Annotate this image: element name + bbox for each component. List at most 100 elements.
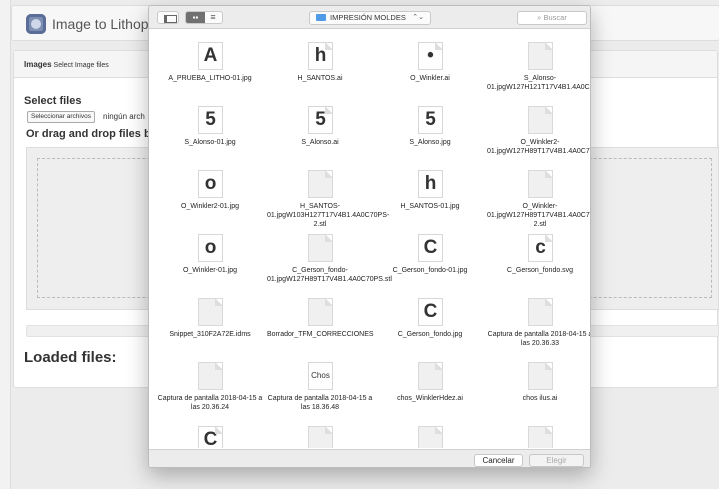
screenshot-text-icon: Chos xyxy=(308,362,333,390)
file-item[interactable]: O_Winkler-01.jpgW127H89T17V4B1.4A0C70PS-… xyxy=(485,166,590,230)
file-item[interactable]: • O_Winkler.ai xyxy=(375,38,485,102)
file-name: C_Gerson_fondo.svg xyxy=(506,267,574,274)
ai-file-icon xyxy=(308,426,333,448)
drag-drop-title: Or drag and drop files be xyxy=(26,128,157,140)
file-item[interactable]: o O_Winkler-01.jpg xyxy=(155,230,265,294)
file-name: O_Winkler-01.jpgW127H89T17V4B1.4A0C70PS-… xyxy=(487,203,590,228)
stl-file-icon xyxy=(308,170,333,198)
file-name: O_Winkler2-01.jpgW127H89T17V4B1.4A0C70PS… xyxy=(487,139,590,155)
choose-button[interactable]: Elegir xyxy=(529,454,584,467)
file-name: O_Winkler-01.jpg xyxy=(182,267,238,274)
svg-file-icon: c xyxy=(528,234,553,262)
file-item[interactable]: Snippet_310F2A72E.idms xyxy=(155,294,265,358)
letter-o-icon: o xyxy=(198,234,223,262)
stl-file-icon xyxy=(308,234,333,262)
letter-c-icon: C xyxy=(418,234,443,262)
file-name: A_PRUEBA_LITHO-01.jpg xyxy=(168,75,252,82)
dialog-toolbar: ▪▪ ≡ IMPRESIÓN MOLDES ⌃⌄ ⌕ Buscar xyxy=(149,6,590,29)
file-name: Captura de pantalla 2018-04-15 a las 20.… xyxy=(487,331,591,347)
file-grid: A A_PRUEBA_LITHO-01.jpg h H_SANTOS.ai • O_Win… xyxy=(149,30,591,448)
file-status: ningún arch xyxy=(103,112,145,121)
file-name: C_Gerson_fondo.jpg xyxy=(397,331,463,338)
file-name: S_Alonso-01.jpg xyxy=(184,139,236,146)
file-item[interactable]: O_Winkler2-01.jpgW127H89T17V4B1.4A0C70PS… xyxy=(485,102,590,166)
file-item[interactable]: A A_PRUEBA_LITHO-01.jpg xyxy=(155,38,265,102)
file-name: Captura de pantalla 2018-04-15 a las 20.… xyxy=(157,395,263,411)
file-name: chos ilus.ai xyxy=(522,395,558,402)
file-item[interactable]: Chos Captura de pantalla 2018-04-15 a las… xyxy=(265,358,375,422)
file-item[interactable]: H_SANTOS-01.jpgW103H127T17V4B1.4A0C70PS-… xyxy=(265,166,390,230)
file-item[interactable]: Captura de pantalla 2018-04-15 a las 20.… xyxy=(155,358,265,422)
file-item[interactable]: 5 S_Alonso.jpg xyxy=(375,102,485,166)
file-item[interactable]: C C_Gerson_fondo-01.jpg xyxy=(375,230,485,294)
file-name: H_SANTOS.ai xyxy=(297,75,343,82)
file-name: C_Gerson_fondo-01.jpg xyxy=(392,267,468,274)
file-item[interactable]: 5 S_Alonso.ai xyxy=(265,102,375,166)
file-item[interactable]: C C_Gerson_fondo.jpg xyxy=(375,294,485,358)
select-files-title: Select files xyxy=(24,95,82,107)
big-letter-c-icon: C xyxy=(418,298,443,326)
select-files-button[interactable]: Seleccionar archivos xyxy=(27,111,95,123)
letter-o-icon: o xyxy=(198,170,223,198)
icon-view-icon[interactable]: ▪▪ xyxy=(186,12,205,23)
file-item[interactable]: chos_WinklerHdez.ai xyxy=(375,358,485,422)
big-letter-s-icon: 5 xyxy=(418,106,443,134)
images-heading: Images xyxy=(24,60,52,69)
screenshot-icon xyxy=(198,362,223,390)
letter-a-icon: A xyxy=(198,42,223,70)
file-item[interactable]: Captura de pantalla 2018-04-15 a las 20.… xyxy=(485,294,591,358)
file-item[interactable]: 1000 pts ant.ai xyxy=(375,422,485,448)
location-label: IMPRESIÓN MOLDES xyxy=(330,13,406,22)
ai-file-icon xyxy=(528,362,553,390)
list-view-icon[interactable]: ≡ xyxy=(204,12,222,23)
file-name: S_Alonso.ai xyxy=(301,139,339,146)
idms-file-icon xyxy=(198,298,223,326)
file-name: S_Alonso.jpg xyxy=(409,139,451,146)
stl-file-icon xyxy=(528,106,553,134)
ai-file-icon xyxy=(418,426,443,448)
letter-h-icon: h xyxy=(418,170,443,198)
file-item[interactable]: CC_Gerson.svg xyxy=(155,422,265,448)
location-popup[interactable]: IMPRESIÓN MOLDES ⌃⌄ xyxy=(309,11,431,25)
file-item[interactable]: chos ilus.ai xyxy=(485,358,590,422)
toggle-sidebar-icon[interactable] xyxy=(157,11,179,24)
letter-h-ai-icon: h xyxy=(308,42,333,70)
file-item[interactable]: choosss.ai xyxy=(485,422,590,448)
stl-file-icon xyxy=(528,42,553,70)
svg-file-icon: C xyxy=(198,426,223,448)
cancel-button[interactable]: Cancelar xyxy=(474,454,523,467)
file-name: Captura de pantalla 2018-04-15 a las 18.… xyxy=(267,395,373,411)
docx-file-icon xyxy=(308,298,333,326)
updown-chevron-icon: ⌃⌄ xyxy=(412,14,424,21)
file-name: C_Gerson_fondo-01.jpgW127H89T17V4B1.4A0C… xyxy=(267,267,392,283)
file-name: O_Winkler.ai xyxy=(410,75,450,82)
file-item[interactable]: c C_Gerson_fondo.svg xyxy=(485,230,590,294)
file-item[interactable]: h H_SANTOS-01.jpg xyxy=(375,166,485,230)
file-name: H_SANTOS-01.jpg xyxy=(400,203,460,210)
file-name: S_Alonso-01.jpgW127H121T17V4B1.4A0C70PS.… xyxy=(487,75,590,91)
screenshot-icon xyxy=(528,298,553,326)
file-item[interactable]: 5 S_Alonso-01.jpg xyxy=(155,102,265,166)
file-item[interactable]: Borrador_TFM_CORRECCIONES xyxy=(265,294,375,358)
letter-s-ai-icon: 5 xyxy=(308,106,333,134)
file-item[interactable]: C_Gerson.ai xyxy=(265,422,375,448)
file-item[interactable]: C_Gerson_fondo-01.jpgW127H89T17V4B1.4A0C… xyxy=(265,230,392,294)
file-name: Snippet_310F2A72E.idms xyxy=(169,331,251,338)
o-ai-icon: • xyxy=(418,42,443,70)
letter-s-icon: 5 xyxy=(198,106,223,134)
file-item[interactable]: S_Alonso-01.jpgW127H121T17V4B1.4A0C70PS.… xyxy=(485,38,590,102)
ai-file-icon xyxy=(528,426,553,448)
view-mode-switch[interactable]: ▪▪ ≡ xyxy=(185,11,223,24)
file-item[interactable]: o O_Winkler2-01.jpg xyxy=(155,166,265,230)
file-item[interactable]: h H_SANTOS.ai xyxy=(265,38,375,102)
file-name: H_SANTOS-01.jpgW103H127T17V4B1.4A0C70PS-… xyxy=(267,203,390,228)
file-name: Borrador_TFM_CORRECCIONES xyxy=(267,331,374,338)
file-name: chos_WinklerHdez.ai xyxy=(397,395,463,402)
images-subheading: Select Image files xyxy=(53,62,109,69)
dialog-footer: Cancelar Elegir xyxy=(149,449,590,467)
search-input[interactable]: ⌕ Buscar xyxy=(517,11,587,25)
folder-icon xyxy=(316,14,326,21)
app-logo-icon xyxy=(26,14,46,34)
search-placeholder: Buscar xyxy=(543,13,567,22)
file-open-dialog: ▪▪ ≡ IMPRESIÓN MOLDES ⌃⌄ ⌕ Buscar A A_PRU… xyxy=(148,5,591,468)
